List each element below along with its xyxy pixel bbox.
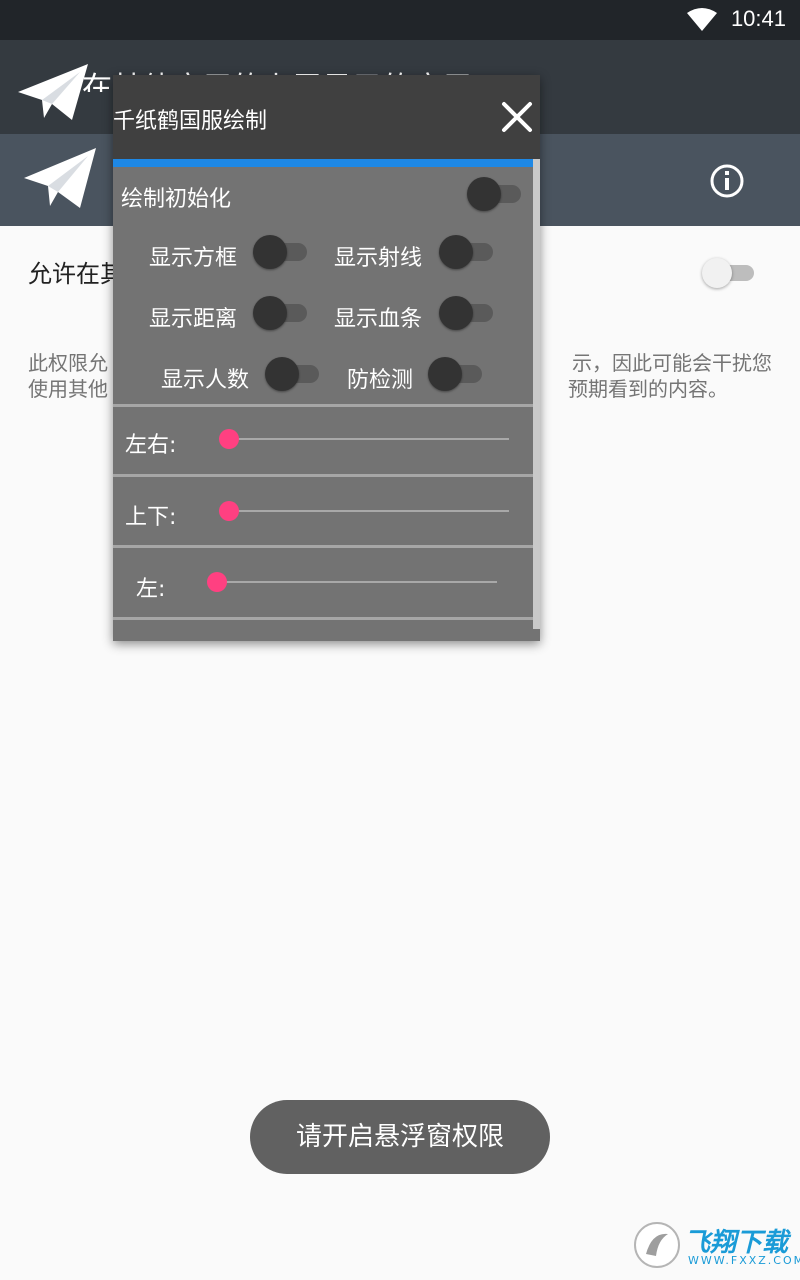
switch-thumb xyxy=(467,177,501,211)
init-label: 绘制初始化 xyxy=(121,187,232,212)
toggle-label: 显示距离 xyxy=(149,307,238,332)
permission-switch[interactable] xyxy=(702,258,754,288)
info-icon[interactable] xyxy=(708,162,746,200)
setting-description-left: 此权限允 使用其他 xyxy=(28,350,108,402)
setting-label: 允许在其 xyxy=(28,260,124,288)
setting-description-line: 预期看到的内容。 xyxy=(568,377,728,401)
close-icon[interactable] xyxy=(501,101,533,133)
toast-text: 请开启悬浮窗权限 xyxy=(295,1122,504,1152)
watermark-logo-icon xyxy=(634,1222,680,1268)
switch-thumb xyxy=(439,235,473,269)
slider-label: 左右: xyxy=(125,433,177,458)
slider-track[interactable] xyxy=(229,510,509,512)
switch-thumb xyxy=(702,258,732,288)
telegram-plane-icon xyxy=(24,148,96,208)
watermark: 飞翔下载 WWW.FXXZ.COM xyxy=(632,1218,800,1272)
horizontal-offset-slider-thumb[interactable] xyxy=(219,429,239,449)
setting-description-line: 示，因此可能会干扰您 xyxy=(572,351,772,375)
init-switch[interactable] xyxy=(467,177,523,211)
toggle-ray-switch[interactable] xyxy=(439,235,495,269)
toggle-box-switch[interactable] xyxy=(253,235,309,269)
telegram-plane-icon xyxy=(18,64,88,120)
wifi-icon xyxy=(687,8,717,31)
switch-thumb xyxy=(439,296,473,330)
toggle-label: 显示射线 xyxy=(334,246,423,271)
overlay-header[interactable]: 千纸鹤国服绘制 xyxy=(113,75,540,159)
left-offset-slider-thumb[interactable] xyxy=(207,572,227,592)
toggle-label: 显示血条 xyxy=(334,307,423,332)
overlay-title: 千纸鹤国服绘制 xyxy=(113,109,268,134)
slider-label: 上下: xyxy=(125,505,177,530)
setting-description-line: 使用其他 xyxy=(28,377,108,401)
vertical-offset-slider-thumb[interactable] xyxy=(219,501,239,521)
toast: 请开启悬浮窗权限 xyxy=(250,1100,550,1174)
switch-thumb xyxy=(428,357,462,391)
floating-overlay-panel[interactable]: 千纸鹤国服绘制 绘制初始化 显示方框 显示射线 显示距离 显示血条 显示人数 防… xyxy=(113,75,540,641)
toggle-health-switch[interactable] xyxy=(439,296,495,330)
switch-thumb xyxy=(253,235,287,269)
watermark-url: WWW.FXXZ.COM xyxy=(688,1254,800,1267)
divider xyxy=(113,474,533,477)
overlay-accent-strip xyxy=(113,159,540,167)
divider xyxy=(113,617,533,620)
toggle-count-switch[interactable] xyxy=(265,357,321,391)
toggle-label: 显示人数 xyxy=(161,368,250,393)
toggle-anti-detect-switch[interactable] xyxy=(428,357,484,391)
status-bar: 10:41 xyxy=(0,0,800,40)
slider-track[interactable] xyxy=(229,438,509,440)
divider xyxy=(113,404,533,407)
divider xyxy=(113,545,533,548)
toggle-distance-switch[interactable] xyxy=(253,296,309,330)
overlay-scrollbar[interactable] xyxy=(533,159,540,629)
slider-track[interactable] xyxy=(217,581,497,583)
switch-thumb xyxy=(265,357,299,391)
toggle-label: 显示方框 xyxy=(149,246,238,271)
switch-thumb xyxy=(253,296,287,330)
slider-label: 左: xyxy=(136,577,166,602)
status-time: 10:41 xyxy=(730,6,786,31)
setting-description-right: 示，因此可能会干扰您 预期看到的内容。 xyxy=(540,350,772,402)
setting-description-line: 此权限允 xyxy=(28,351,108,375)
toggle-label: 防检测 xyxy=(347,368,414,393)
